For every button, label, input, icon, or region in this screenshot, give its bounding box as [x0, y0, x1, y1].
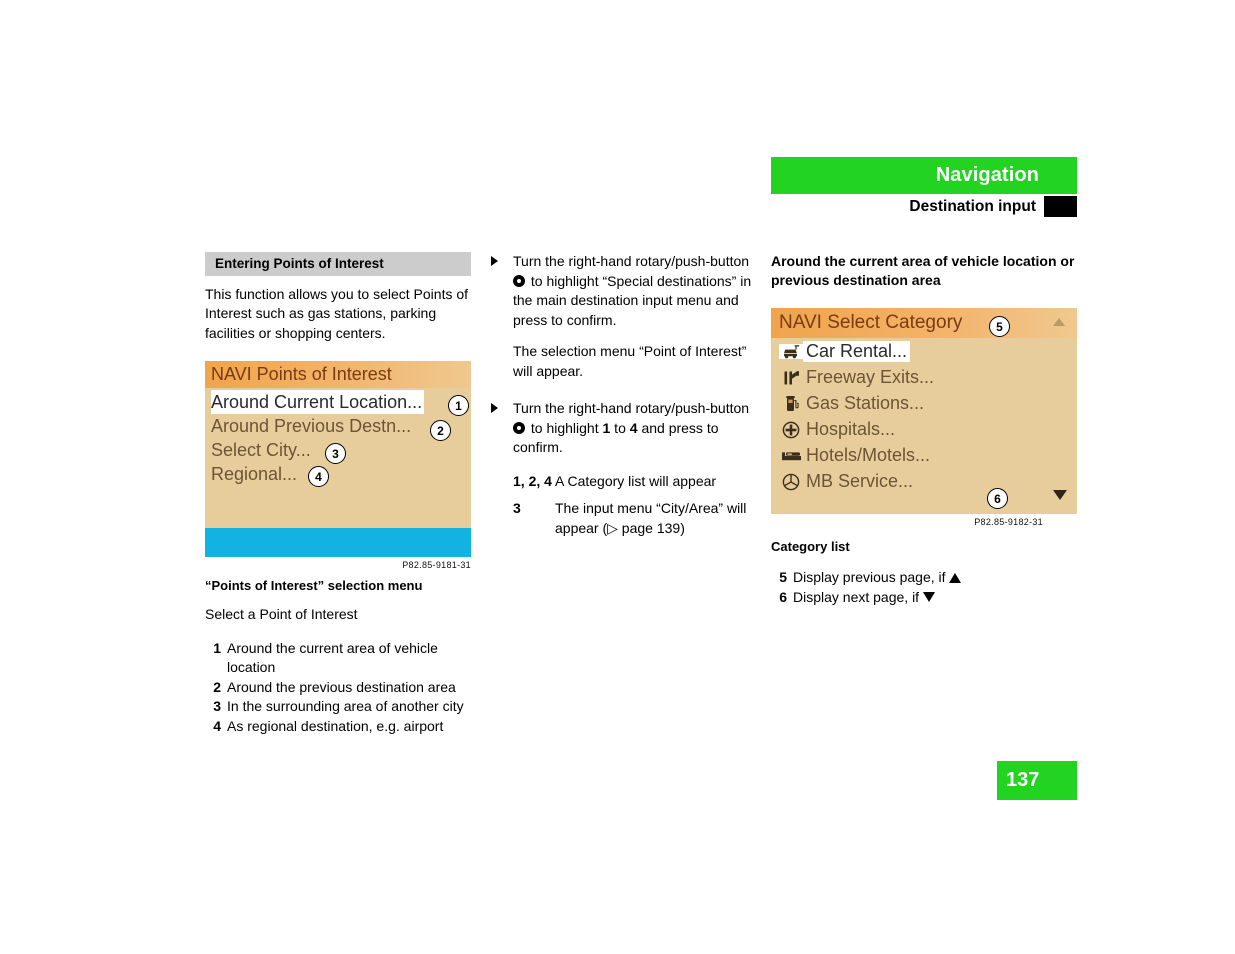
step-2-line1: Turn the right-hand rotary/push-button: [513, 400, 750, 416]
navi-screen-title-bar: NAVI Points of Interest: [205, 361, 471, 389]
category-label: MB Service...: [806, 471, 914, 491]
step-1-line2: to highlight “Special destinations” in t…: [513, 272, 752, 328]
legend-item: 6 Display next page, if: [771, 588, 1077, 608]
legend-text: Around the current area of vehicle locat…: [227, 639, 438, 676]
step-1-result: The selection menu “Point of Interest” w…: [489, 342, 755, 381]
category-label: Freeway Exits...: [806, 367, 935, 387]
category-item-mb-service[interactable]: MB Service...: [771, 469, 1077, 494]
navi-screen-title-bar: NAVI Select Category: [771, 308, 1077, 338]
legend-list: 5 Display previous page, if 6 Display ne…: [771, 568, 1077, 607]
rotary-push-button-icon: [513, 421, 525, 434]
navi-item-label: Regional...: [211, 464, 298, 485]
figure-part-number: P82.85-9182-31: [974, 517, 1043, 527]
category-item-hotels-motels[interactable]: Hotels/Motels...: [771, 443, 1077, 468]
triangle-up-icon: [949, 573, 962, 583]
category-item-freeway-exits[interactable]: Freeway Exits...: [771, 365, 1077, 390]
legend-text: As regional destination, e.g. airport: [227, 717, 444, 734]
definition-row: 3 The input menu “City/Area” will appear…: [489, 499, 755, 538]
navi-status-band: [205, 528, 471, 558]
navi-list-item[interactable]: Regional...: [211, 462, 471, 486]
legend-number: 5: [779, 569, 787, 585]
car-rental-icon: [779, 344, 803, 359]
category-label: Gas Stations...: [806, 393, 925, 413]
definition-description: A Category list will appear: [555, 472, 717, 489]
step-2-part-b: to: [610, 419, 630, 436]
legend-list: 1 Around the current area of vehicle loc…: [205, 639, 471, 737]
select-instruction: Select a Point of Interest: [205, 606, 358, 623]
legend-number: 1: [213, 639, 221, 656]
triangle-down-icon: [922, 591, 935, 602]
navi-item-label: Around Previous Destn...: [211, 416, 412, 437]
right-column-heading: Around the current area of vehicle locat…: [771, 253, 1075, 288]
category-item-hospitals[interactable]: Hospitals...: [771, 417, 1077, 442]
navigation-header-bar: Navigation: [771, 157, 1077, 194]
figure-caption: “Points of Interest” selection menu: [205, 578, 423, 594]
legend-text: Display previous page, if: [793, 569, 950, 585]
category-label: Hotels/Motels...: [806, 445, 931, 465]
step-1-line1: Turn the right-hand rotary/push-button: [513, 253, 750, 269]
legend-text: Display next page, if: [793, 588, 923, 605]
navi-item-label: Select City...: [211, 440, 311, 461]
legend-text: Around the previous destination area: [227, 678, 456, 695]
navi-list-item[interactable]: Around Current Location...: [211, 390, 471, 415]
navi-points-of-interest-screenshot: NAVI Points of Interest Around Current L…: [205, 361, 471, 558]
step-2-bold-b: 4: [629, 419, 638, 436]
legend-item: 3 In the surrounding area of another cit…: [205, 697, 471, 717]
figure-part-number: P82.85-9181-31: [402, 560, 471, 571]
callout-2: 2: [430, 420, 451, 442]
legend-number: 3: [213, 698, 221, 715]
step-2-part-a: to highlight: [527, 419, 603, 436]
category-item-car-rental[interactable]: Car Rental...: [771, 339, 1077, 364]
header-subtitle-row: Destination input: [771, 194, 1077, 219]
legend-number: 2: [213, 678, 221, 695]
legend-item: 1 Around the current area of vehicle loc…: [205, 639, 471, 678]
callout-1: 1: [448, 395, 469, 417]
middle-column: Turn the right-hand rotary/push-button t…: [489, 252, 755, 546]
freeway-exit-icon: [779, 370, 803, 386]
category-label: Hospitals...: [806, 419, 896, 439]
bullet-triangle-icon: [491, 256, 498, 266]
navi-screen-title: NAVI Points of Interest: [211, 364, 392, 385]
bullet-triangle-icon: [491, 403, 498, 413]
section-subtitle: Destination input: [909, 197, 1036, 215]
definition-row: 1, 2, 4 A Category list will appear: [489, 472, 755, 492]
legend-item: 2 Around the previous destination area: [205, 678, 471, 698]
scroll-up-indicator-icon[interactable]: [1053, 318, 1065, 326]
chapter-marker: [1044, 196, 1077, 217]
section-heading: Entering Points of Interest: [205, 252, 471, 276]
step-1: Turn the right-hand rotary/push-button t…: [489, 252, 755, 330]
legend-number: 6: [779, 588, 787, 605]
callout-4: 4: [308, 466, 329, 488]
gas-pump-icon: [779, 395, 803, 412]
category-item-gas-stations[interactable]: Gas Stations...: [771, 391, 1077, 416]
legend-item: 4 As regional destination, e.g. airport: [205, 717, 471, 737]
navi-item-label: Around Current Location...: [211, 390, 425, 415]
right-column: Around the current area of vehicle locat…: [771, 252, 1077, 607]
step-2: Turn the right-hand rotary/push-button t…: [489, 399, 755, 458]
hotel-bed-icon: [779, 449, 803, 462]
step-1-result-text: The selection menu “Point of Interest” w…: [513, 343, 747, 379]
definition-term: 1, 2, 4: [513, 472, 552, 489]
definition-description: The input menu “City/Area” will appear (…: [555, 500, 747, 536]
mercedes-star-icon: [779, 473, 803, 491]
figure-caption: Category list: [771, 539, 850, 554]
page-title: Navigation: [935, 164, 1039, 186]
page-number: 137: [997, 761, 1077, 800]
category-label: Car Rental...: [803, 341, 911, 362]
definition-term: 3: [513, 500, 521, 516]
legend-item: 5 Display previous page, if: [771, 568, 1077, 588]
left-column: Entering Points of Interest This functio…: [205, 252, 471, 736]
callout-3: 3: [325, 443, 346, 465]
scroll-down-indicator-icon[interactable]: [1053, 490, 1067, 500]
navi-select-category-screenshot: NAVI Select Category Car Rental... Freew…: [771, 308, 1077, 514]
rotary-push-button-icon: [513, 274, 525, 287]
navi-screen-title: NAVI Select Category: [779, 312, 963, 333]
hospital-cross-icon: [779, 421, 803, 439]
callout-6: 6: [987, 488, 1008, 509]
legend-text: In the surrounding area of another city: [227, 698, 464, 715]
legend-number: 4: [213, 717, 221, 734]
intro-paragraph: This function allows you to select Point…: [205, 285, 469, 341]
callout-5: 5: [989, 316, 1010, 337]
